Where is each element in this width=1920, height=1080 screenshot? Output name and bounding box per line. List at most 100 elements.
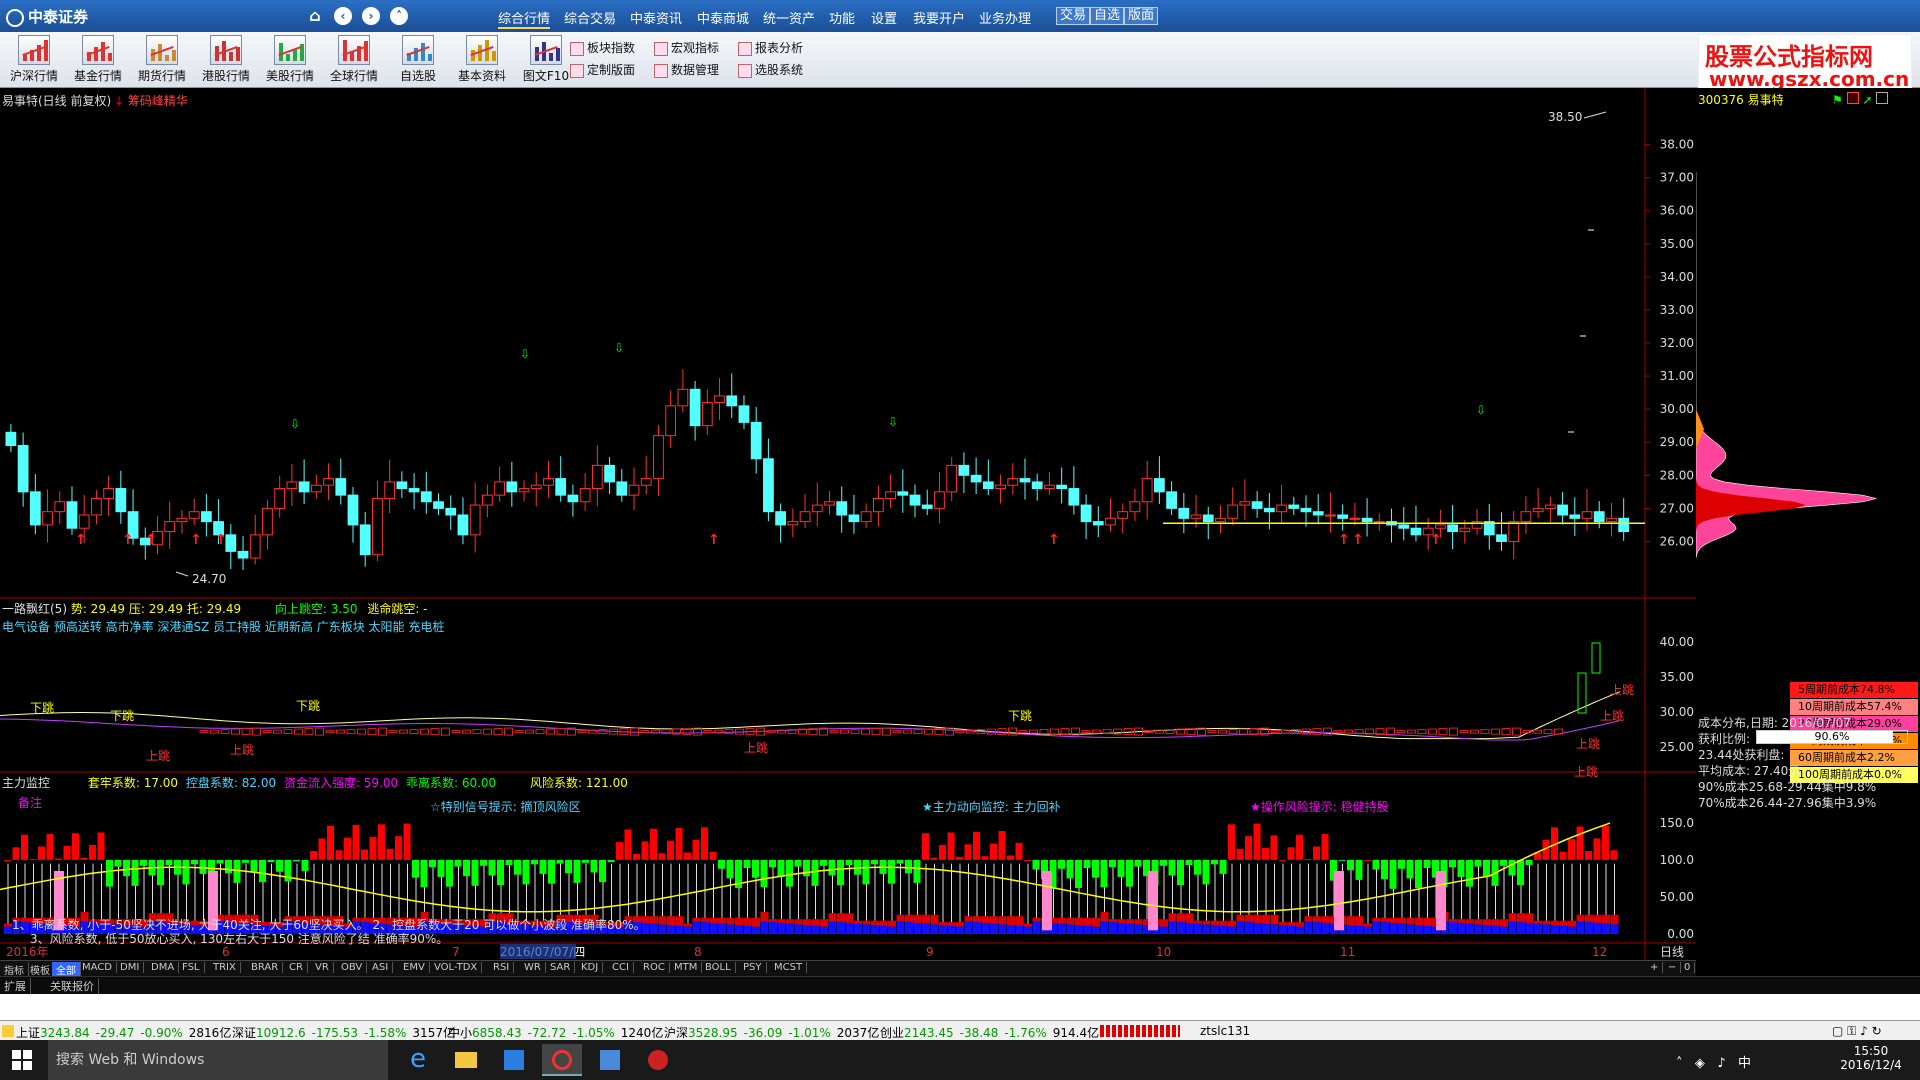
cursor-icon[interactable]: ➚: [1862, 93, 1872, 107]
small-tool-button[interactable]: 定制版面: [570, 60, 635, 80]
menu-item[interactable]: 我要开户: [913, 8, 965, 27]
menu-item[interactable]: 中泰资讯: [630, 8, 682, 27]
indicator-tab[interactable]: ASI: [368, 962, 394, 973]
indicator-tab[interactable]: VR: [311, 962, 334, 973]
tool-button[interactable]: 基金行情: [68, 34, 128, 86]
folder-icon[interactable]: [446, 1044, 486, 1076]
small-tool-button[interactable]: 选股系统: [738, 60, 803, 80]
menu-item[interactable]: 中泰商城: [697, 8, 749, 27]
index-quote[interactable]: 创业2143.45 -38.48 -1.76% 914.4亿: [880, 1024, 1099, 1041]
indicator-tab[interactable]: 模板: [26, 962, 55, 977]
indicator-name[interactable]: ↓ 筹码峰精华: [114, 92, 188, 109]
index-quote[interactable]: 上证3243.84 -29.47 -0.90% 2816亿: [16, 1024, 231, 1041]
indicator-tab[interactable]: DMA: [147, 962, 180, 973]
index-quote[interactable]: 沪深3528.95 -36.09 -1.01% 2037亿: [664, 1024, 879, 1041]
window-icon[interactable]: ▢: [1832, 1024, 1843, 1038]
indicator-tab[interactable]: EMV: [399, 962, 430, 973]
small-tool-button[interactable]: 板块指数: [570, 38, 635, 58]
tool-button[interactable]: 基本资料: [452, 34, 512, 86]
app-icon-1[interactable]: [494, 1044, 534, 1076]
indicator-tab[interactable]: BRAR: [247, 962, 284, 973]
home-icon[interactable]: ⌂: [306, 7, 324, 25]
indicator-tab[interactable]: 指标: [0, 962, 29, 977]
up-icon[interactable]: ˄: [390, 7, 408, 25]
indicator-tab[interactable]: FSL: [178, 962, 205, 973]
zoom-in-button[interactable]: +: [1646, 962, 1664, 973]
small-tool-button[interactable]: 报表分析: [738, 38, 803, 58]
indicator-tab[interactable]: BOLL: [701, 962, 736, 973]
sub2-base-bar: [1474, 924, 1483, 934]
indicator-tab[interactable]: DMI: [116, 962, 145, 973]
volume-icon[interactable]: ♪: [1717, 1056, 1725, 1071]
menu-item[interactable]: 综合交易: [564, 8, 616, 27]
chevron-up-icon[interactable]: ˄: [1676, 1056, 1683, 1071]
small-tool-button[interactable]: 数据管理: [654, 60, 719, 80]
indicator-tab[interactable]: CCI: [608, 962, 634, 973]
sub2-mid-bar: [1015, 916, 1024, 926]
back-icon[interactable]: ‹: [334, 7, 352, 25]
indicator-tab[interactable]: WR: [520, 962, 546, 973]
flag-icon[interactable]: ⚑: [1832, 93, 1843, 107]
indicator-tab[interactable]: PSY: [739, 962, 767, 973]
tool-button[interactable]: 自选股: [388, 34, 448, 86]
app-icon-3[interactable]: [638, 1044, 678, 1076]
indicator-tab[interactable]: SAR: [546, 962, 576, 973]
tool-button[interactable]: 全球行情: [324, 34, 384, 86]
quick-button[interactable]: 交易: [1056, 7, 1091, 25]
quick-button[interactable]: 自选: [1090, 7, 1125, 25]
clock[interactable]: 15:50 2016/12/4: [1836, 1044, 1906, 1072]
indicator-tab[interactable]: TRIX: [209, 962, 241, 973]
tool-button[interactable]: 沪深行情: [4, 34, 64, 86]
zero-button[interactable]: 0: [1680, 962, 1696, 973]
taskbar-search[interactable]: 搜索 Web 和 Windows: [48, 1040, 388, 1080]
sound-icon[interactable]: ♪: [1860, 1024, 1868, 1038]
extension-tab[interactable]: 扩展: [0, 978, 31, 994]
indicator-tab[interactable]: VOL-TDX: [430, 962, 483, 973]
chart-area[interactable]: 38.00 37.00 36.00 35.00 34.00 33.00 32.00 31.00…: [0, 88, 1920, 978]
app-icon-2[interactable]: [590, 1044, 630, 1076]
chart-canvas[interactable]: 38.00 37.00 36.00 35.00 34.00 33.00 32.00 31.00…: [0, 88, 1696, 960]
indicator-tab[interactable]: RSI: [489, 962, 515, 973]
sub2-base-bar: [1279, 925, 1287, 934]
indicator-tab[interactable]: CR: [285, 962, 308, 973]
menu-item[interactable]: 设置: [871, 8, 897, 27]
expand-icon[interactable]: [1876, 92, 1889, 104]
ime-indicator[interactable]: 中: [1738, 1056, 1751, 1071]
lock-icon[interactable]: ⚿: [1847, 1024, 1856, 1038]
indicator-tab[interactable]: OBV: [337, 962, 368, 973]
forward-icon[interactable]: ›: [362, 7, 380, 25]
indicator-tab[interactable]: KDJ: [577, 962, 604, 973]
period-label[interactable]: 日线: [1660, 945, 1684, 959]
menu-item[interactable]: 综合行情: [498, 8, 551, 29]
menu-item[interactable]: 统一资产: [763, 8, 815, 27]
indicator-tab[interactable]: MTM: [670, 962, 703, 973]
menu-item[interactable]: 功能: [829, 8, 855, 27]
refresh-icon[interactable]: ↻: [1872, 1024, 1882, 1038]
menu-item[interactable]: 业务办理: [979, 8, 1031, 27]
small-tool-label: 定制版面: [587, 63, 636, 77]
tool-button[interactable]: 图文F10: [516, 34, 576, 86]
small-tool-label: 报表分析: [755, 41, 804, 55]
indicator-tab[interactable]: ROC: [639, 962, 670, 973]
quick-button[interactable]: 版面: [1124, 7, 1159, 25]
tool-button[interactable]: 美股行情: [260, 34, 320, 86]
network-icon[interactable]: ◈: [1695, 1056, 1705, 1071]
tool-button[interactable]: 港股行情: [196, 34, 256, 86]
indicator-tab[interactable]: 全部: [52, 962, 81, 977]
tray-icons[interactable]: ˄ ◈ ♪ 中: [1676, 1052, 1751, 1071]
candle-body: [628, 484, 640, 496]
chip-mode-icon[interactable]: [1846, 92, 1859, 104]
indicator-tab[interactable]: MCST: [770, 962, 808, 973]
index-quote[interactable]: 深证10912.6 -175.53 -1.58% 3157亿: [232, 1024, 455, 1041]
windows-start-icon[interactable]: [12, 1050, 32, 1070]
index-quote[interactable]: 中小6858.43 -72.72 -1.05% 1240亿: [448, 1024, 663, 1041]
zoom-out-button[interactable]: −: [1664, 962, 1682, 973]
sub2-base-bar: [675, 925, 684, 934]
sub2-signal-bar: [1576, 826, 1584, 860]
small-tool-button[interactable]: 宏观指标: [654, 38, 719, 58]
zhongtai-app-icon[interactable]: [542, 1044, 582, 1076]
extension-tab[interactable]: 关联报价: [46, 978, 99, 994]
tool-button[interactable]: 期货行情: [132, 34, 192, 86]
edge-icon[interactable]: e: [398, 1044, 438, 1076]
indicator-tab[interactable]: MACD: [78, 962, 117, 973]
